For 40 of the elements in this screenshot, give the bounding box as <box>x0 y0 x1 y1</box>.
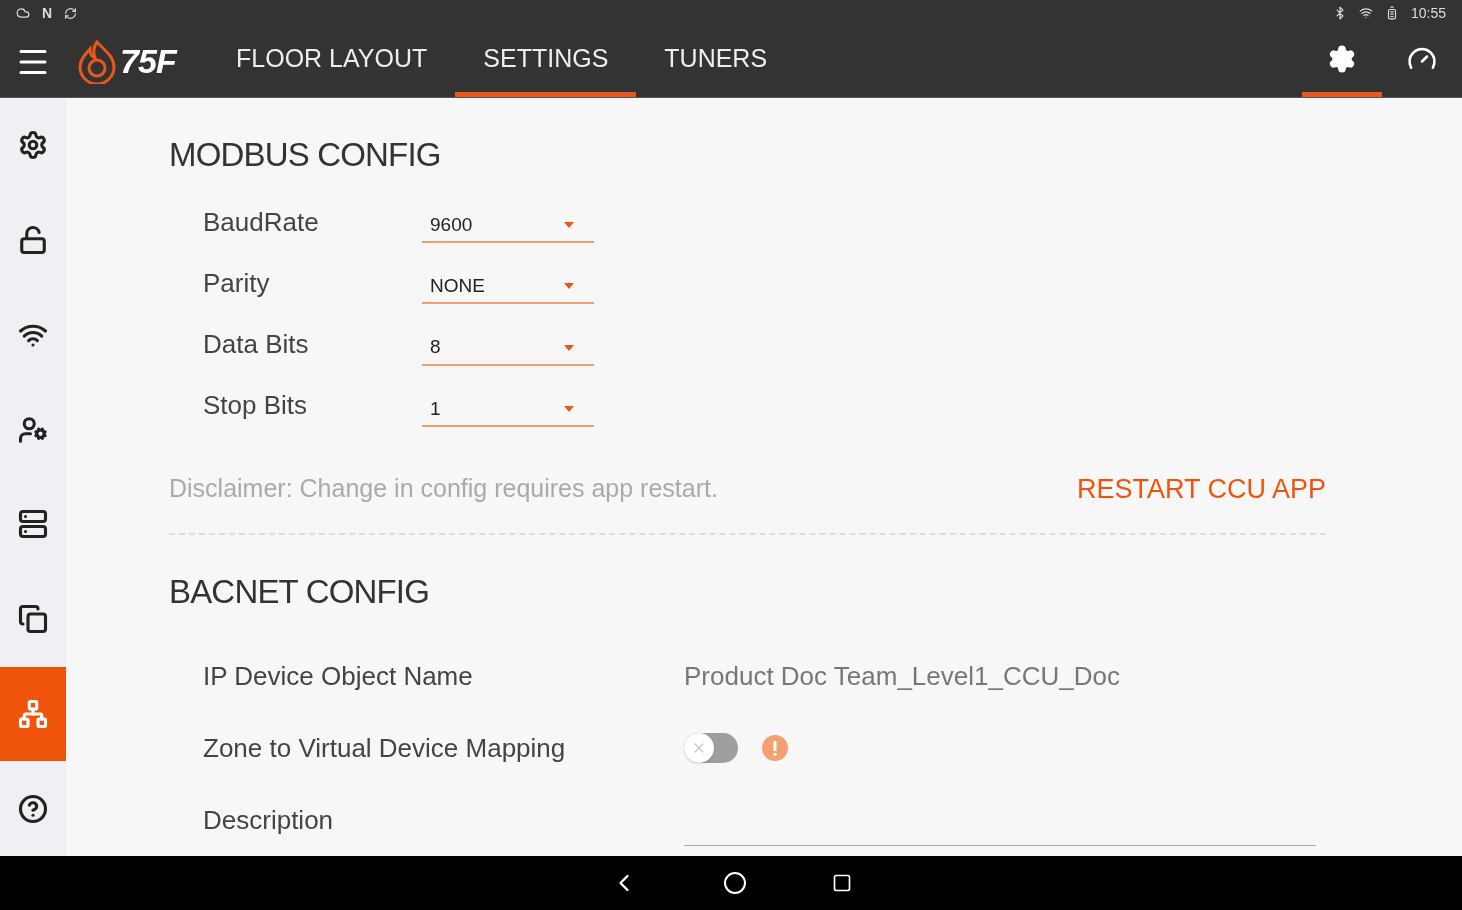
field-label: Description <box>203 803 335 837</box>
toggle-switch[interactable] <box>684 733 738 764</box>
caret-icon <box>564 344 574 351</box>
recents-icon[interactable] <box>832 873 852 893</box>
home-icon[interactable] <box>723 871 747 895</box>
dropdown[interactable]: NONE <box>422 270 594 305</box>
network-icon <box>18 698 48 729</box>
nav-tab[interactable]: SETTINGS <box>455 26 637 97</box>
dropdown[interactable]: 9600 <box>422 209 594 244</box>
field-label: Parity <box>203 266 271 300</box>
caret-icon <box>564 283 574 290</box>
user-gear-icon <box>18 414 48 445</box>
copy-icon <box>18 604 48 635</box>
wifi-icon <box>1358 6 1373 20</box>
field-label: Zone to Virtual Device Mapping <box>203 731 567 765</box>
section-title: MODBUS CONFIG <box>169 135 442 175</box>
field-label: Stop Bits <box>203 389 309 423</box>
field-label: IP Device Object Name <box>203 659 474 693</box>
logo-text: 75F <box>120 41 177 82</box>
status-glyph: N <box>42 3 53 23</box>
help-icon <box>18 793 48 824</box>
caret-icon <box>564 405 574 412</box>
flame-logo-icon <box>78 39 116 84</box>
field-label: BaudRate <box>203 205 320 239</box>
clock-time: 10:55 <box>1410 3 1446 23</box>
disclaimer-text: Disclaimer: Change in config requires app restart. <box>169 473 718 505</box>
nav-tab[interactable]: TUNERS <box>636 26 796 97</box>
settings-icon <box>18 130 48 161</box>
cloud-icon <box>16 6 30 20</box>
settings-icon <box>1327 44 1357 74</box>
field-value: Product Doc Team_Level1_CCU_Doc <box>684 659 1120 693</box>
caret-icon <box>564 222 574 229</box>
field-label: Data Bits <box>203 328 310 362</box>
dropdown[interactable]: 1 <box>422 392 594 427</box>
unlock-icon <box>18 225 48 256</box>
dropdown[interactable]: 8 <box>422 331 594 366</box>
sync-icon <box>64 6 78 20</box>
nav-tab[interactable]: FLOOR LAYOUT <box>208 26 456 97</box>
server-icon <box>18 509 48 540</box>
section-title: BACNET CONFIG <box>169 572 431 613</box>
